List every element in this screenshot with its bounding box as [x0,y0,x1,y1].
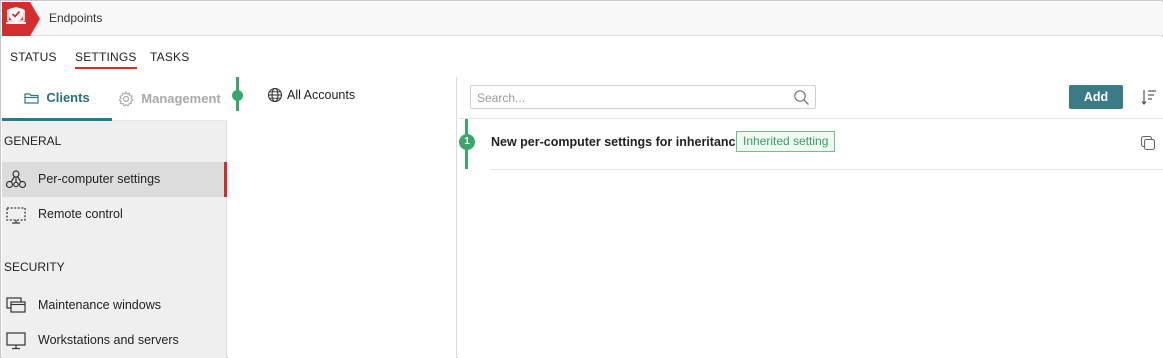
subtab-management[interactable]: Management [112,77,227,121]
search-box [470,85,816,109]
section-title-security: SECURITY [4,260,65,274]
shield-logo-icon [2,2,40,36]
app-title: Endpoints [49,11,103,25]
row-divider [490,169,1163,170]
toolbar-divider [458,118,1163,119]
sidebar-item-label: Maintenance windows [38,298,161,312]
subtab-clients-label: Clients [46,90,90,105]
top-nav: STATUS SETTINGS TASKS [2,37,1163,77]
inherited-setting-badge: Inherited setting [736,131,836,152]
sidebar-subtabs: Clients Management [2,77,227,121]
sidebar-item-label: Workstations and servers [38,333,179,347]
settings-list-panel: Add 1 New per-computer settings for inhe… [458,77,1163,358]
sidebar-item-remote-control[interactable]: Remote control [2,197,227,232]
copy-icon[interactable] [1140,135,1156,151]
setting-title[interactable]: New per-computer settings for inheritanc… [491,135,742,149]
section-title-general: GENERAL [4,134,62,148]
windows-stack-icon [6,297,26,313]
sidebar-item-per-computer-settings[interactable]: Per-computer settings [2,162,227,197]
monitor-icon [6,332,26,350]
subtab-clients[interactable]: Clients [2,77,112,121]
gear-icon [118,90,134,107]
folder-icon [24,92,39,104]
sort-icon[interactable] [1141,87,1157,107]
account-tree: All Accounts [228,77,457,358]
search-input[interactable] [477,89,787,106]
subtab-management-label: Management [141,91,221,106]
remote-screen-icon [6,207,26,224]
sidebar-item-workstations-and-servers[interactable]: Workstations and servers [2,323,227,358]
tree-node-all-accounts[interactable]: All Accounts [267,87,355,103]
title-bar: Endpoints [2,2,1163,36]
sidebar: Clients Management GENERAL Per-computer … [2,77,227,358]
add-button[interactable]: Add [1069,85,1123,109]
tree-node-label: All Accounts [287,88,356,102]
tab-status[interactable]: STATUS [10,50,57,64]
sidebar-item-label: Remote control [38,207,123,221]
network-nodes-icon [5,170,27,189]
tab-settings[interactable]: SETTINGS [75,50,137,69]
sidebar-item-maintenance-windows[interactable]: Maintenance windows [2,288,227,323]
search-icon[interactable] [793,89,810,106]
app-window: Endpoints STATUS SETTINGS TASKS Clients … [0,0,1163,358]
tab-tasks[interactable]: TASKS [150,50,189,64]
globe-icon [267,87,283,103]
sidebar-item-label: Per-computer settings [38,172,161,186]
row-index-badge: 1 [459,134,475,150]
tree-selected-dot [232,90,243,101]
